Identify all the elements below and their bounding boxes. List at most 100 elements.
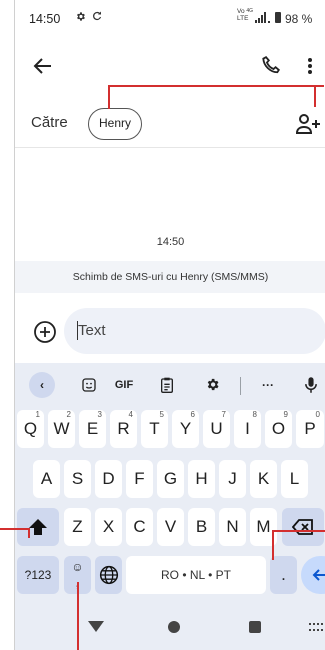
- key-z[interactable]: Z: [64, 508, 91, 546]
- key-q[interactable]: Q1: [17, 410, 44, 448]
- key-r-label: R: [117, 419, 130, 438]
- callout-line: [314, 85, 316, 107]
- key-p[interactable]: P0: [296, 410, 324, 448]
- key-d[interactable]: D: [95, 460, 122, 498]
- key-n[interactable]: N: [219, 508, 246, 546]
- key-g[interactable]: G: [157, 460, 184, 498]
- callout-line: [272, 530, 325, 532]
- status-bar: 14:50 Vo 4G LTE 98 %: [15, 0, 325, 38]
- navigation-bar: [15, 603, 325, 650]
- lte-label: LTE: [237, 15, 249, 22]
- clipboard-icon[interactable]: [156, 371, 178, 399]
- key-e-label: E: [86, 419, 99, 438]
- key-o-label: O: [271, 419, 286, 438]
- language-globe-key[interactable]: [95, 556, 122, 594]
- callout-line: [0, 528, 30, 530]
- key-s[interactable]: S: [64, 460, 91, 498]
- callout-line: [108, 85, 324, 87]
- key-i[interactable]: I8: [234, 410, 261, 448]
- more-options-icon[interactable]: [304, 54, 316, 78]
- conversation-info-banner: Schimb de SMS-uri cu Henry (SMS/MMS): [15, 261, 325, 293]
- battery-percent: 98 %: [285, 12, 313, 26]
- callout-line: [77, 582, 79, 650]
- key-row-4: ?123 ☺ , RO • NL • PT .: [15, 556, 325, 596]
- key-r[interactable]: R4: [110, 410, 137, 448]
- symbols-key[interactable]: ?123: [17, 556, 59, 594]
- key-u-label: U: [210, 419, 223, 438]
- to-label: Către: [31, 114, 68, 131]
- key-y-hint: 6: [190, 410, 195, 419]
- callout-line: [108, 85, 110, 109]
- keyboard-settings-icon[interactable]: [201, 371, 223, 399]
- recipient-row: Către Henry: [15, 100, 325, 148]
- key-p-label: P: [304, 419, 316, 438]
- message-placeholder: Text: [78, 322, 106, 339]
- nav-home-icon[interactable]: [168, 621, 180, 633]
- keyboard-switch-icon[interactable]: [309, 623, 323, 631]
- enter-key[interactable]: [301, 556, 325, 594]
- keyboard-mic-icon[interactable]: [301, 371, 321, 399]
- status-time: 14:50: [29, 12, 61, 26]
- key-x[interactable]: X: [95, 508, 122, 546]
- add-contact-icon[interactable]: [295, 112, 321, 136]
- message-timestamp: 14:50: [156, 236, 185, 248]
- network-type-label: Vo 4G LTE: [237, 8, 253, 22]
- keyboard-back-key[interactable]: ‹: [29, 372, 55, 398]
- on-screen-keyboard: ‹ GIF ··· Q1 W2 E3 R4 T5 Y6 U7 I 8 O 9 P…: [15, 363, 325, 603]
- key-b[interactable]: B: [188, 508, 215, 546]
- phone-call-icon[interactable]: [260, 54, 284, 78]
- key-w[interactable]: W2: [48, 410, 75, 448]
- backspace-icon: [291, 519, 313, 535]
- shift-icon: [29, 519, 47, 535]
- key-e-hint: 3: [97, 410, 102, 419]
- key-j[interactable]: J: [219, 460, 246, 498]
- compose-row: Text: [15, 306, 325, 356]
- nav-recents-icon[interactable]: [249, 621, 261, 633]
- back-arrow-icon[interactable]: [31, 54, 55, 78]
- key-h[interactable]: H: [188, 460, 215, 498]
- sync-status-icon: [91, 10, 103, 25]
- key-w-hint: 2: [66, 410, 71, 419]
- toolbar-divider: [240, 377, 241, 395]
- key-w-label: W: [53, 419, 70, 438]
- space-bar[interactable]: RO • NL • PT: [126, 556, 266, 594]
- key-y[interactable]: Y6: [172, 410, 199, 448]
- key-q-hint: 1: [35, 410, 40, 419]
- key-u[interactable]: U7: [203, 410, 230, 448]
- key-row-3: Z X C V B N M: [15, 508, 325, 548]
- app-bar: [15, 44, 325, 88]
- enter-icon: [312, 569, 325, 581]
- period-key[interactable]: .: [270, 556, 297, 594]
- backspace-key[interactable]: [282, 508, 324, 546]
- key-r-hint: 4: [128, 410, 133, 419]
- key-f[interactable]: F: [126, 460, 153, 498]
- key-o[interactable]: O9: [265, 410, 292, 448]
- key-e[interactable]: E3: [79, 410, 106, 448]
- callout-line: [28, 528, 30, 538]
- key-p-hint: 0: [315, 410, 320, 419]
- key-row-1: Q1 W2 E3 R4 T5 Y6 U7 I8 O9 P0: [15, 410, 325, 450]
- key-c[interactable]: C: [126, 508, 153, 546]
- settings-status-icon: [75, 11, 86, 25]
- key-y-label: Y: [179, 419, 192, 438]
- shift-key[interactable]: [17, 508, 59, 546]
- key-t[interactable]: T5: [141, 410, 168, 448]
- add-attachment-icon[interactable]: [33, 320, 57, 344]
- nav-back-icon[interactable]: [88, 621, 104, 632]
- globe-icon: [99, 565, 118, 585]
- key-l[interactable]: L: [281, 460, 308, 498]
- callout-line: [272, 530, 274, 560]
- gif-key[interactable]: GIF: [110, 371, 138, 399]
- battery-icon: [275, 12, 281, 23]
- key-v[interactable]: V: [157, 508, 184, 546]
- message-input[interactable]: Text: [64, 308, 325, 354]
- signal-icon: [255, 12, 271, 26]
- emoji-icon: ☺: [71, 560, 84, 574]
- key-i-label: I: [245, 419, 250, 438]
- more-tools-key[interactable]: ···: [255, 371, 281, 399]
- key-i-hint: 8: [252, 410, 257, 419]
- key-a[interactable]: A: [33, 460, 60, 498]
- sticker-icon[interactable]: [77, 371, 101, 399]
- recipient-chip[interactable]: Henry: [88, 108, 142, 140]
- key-k[interactable]: K: [250, 460, 277, 498]
